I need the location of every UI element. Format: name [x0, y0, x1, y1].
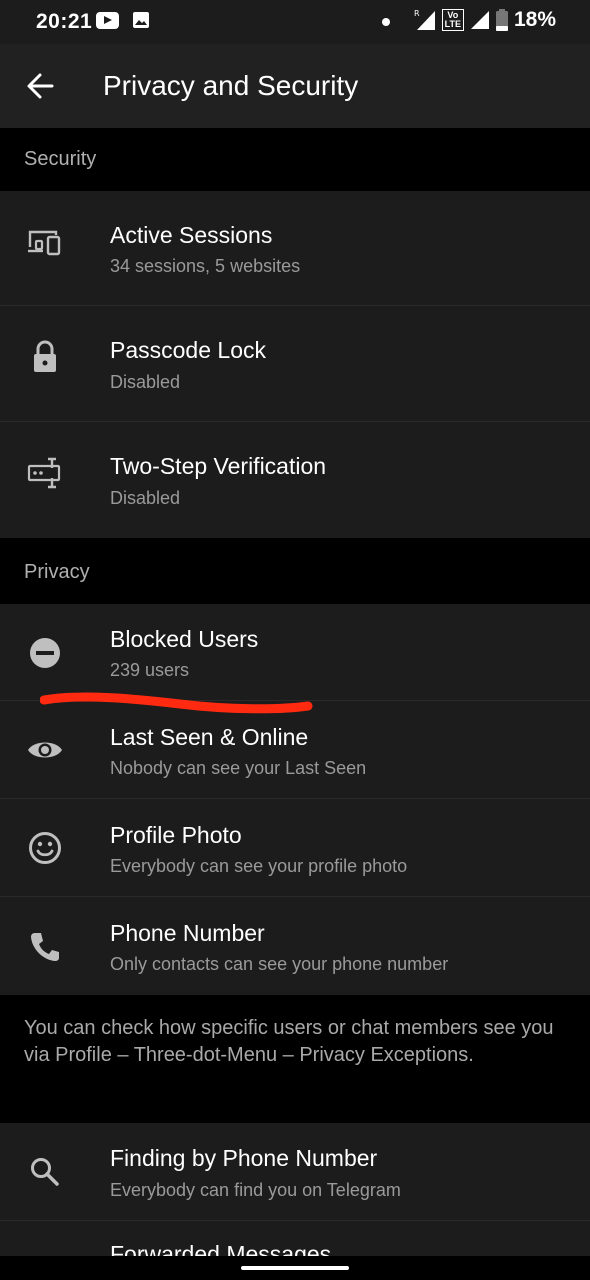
status-time: 20:21 — [36, 10, 93, 33]
active-sessions-label: Active Sessions — [110, 222, 273, 248]
svg-text:R: R — [414, 9, 420, 18]
phone-number-label: Phone Number — [110, 920, 265, 946]
page-title: Privacy and Security — [103, 70, 359, 101]
blocked-users-sub: 239 users — [110, 660, 190, 680]
finding-by-phone-label: Finding by Phone Number — [110, 1145, 378, 1171]
notification-dot-icon — [382, 18, 390, 26]
finding-by-phone-sub: Everybody can find you on Telegram — [110, 1180, 401, 1200]
forwarded-messages-label: Forwarded Messages — [110, 1241, 332, 1256]
lock-icon — [34, 340, 56, 372]
battery-percent: 18% — [513, 8, 556, 31]
status-bar: 20:21 R Vo LTE 18% — [0, 0, 590, 44]
info-text: You can check how specific users or chat… — [24, 1017, 554, 1066]
battery-icon — [495, 9, 508, 31]
eye-icon — [28, 742, 62, 758]
active-sessions-sub: 34 sessions, 5 websites — [110, 256, 301, 276]
passcode-lock-item[interactable]: Passcode Lock Disabled — [0, 306, 590, 422]
blocked-users-label: Blocked Users — [110, 626, 259, 652]
app-bar: Privacy and Security — [0, 44, 590, 128]
last-seen-label: Last Seen & Online — [110, 724, 309, 750]
phone-icon — [31, 933, 59, 961]
passcode-lock-label: Passcode Lock — [110, 337, 266, 363]
section-header-privacy: Privacy — [0, 538, 590, 604]
volte-badge: Vo LTE — [441, 9, 464, 31]
finding-by-phone-item[interactable]: Finding by Phone Number Everybody can fi… — [0, 1123, 590, 1221]
signal-roaming-icon: R — [414, 9, 435, 30]
two-step-sub: Disabled — [110, 488, 181, 508]
signal-icon — [470, 11, 489, 29]
phone-number-item[interactable]: Phone Number Only contacts can see your … — [0, 897, 590, 995]
profile-photo-sub: Everybody can see your profile photo — [110, 856, 408, 876]
devices-icon — [28, 230, 61, 256]
forwarded-messages-item[interactable]: Forwarded Messages — [0, 1221, 590, 1256]
blocked-users-item[interactable]: Blocked Users 239 users — [0, 604, 590, 701]
minus-circle-icon — [30, 638, 60, 668]
search-icon — [31, 1158, 59, 1186]
smiley-icon — [29, 832, 61, 864]
navigation-bar — [0, 1256, 590, 1280]
youtube-notification-icon — [96, 12, 119, 29]
active-sessions-item[interactable]: Active Sessions 34 sessions, 5 websites — [0, 191, 590, 306]
red-underline-annotation — [40, 692, 313, 714]
privacy-exceptions-info: You can check how specific users or chat… — [0, 995, 590, 1123]
section-header-security: Security — [0, 128, 590, 191]
profile-photo-item[interactable]: Profile Photo Everybody can see your pro… — [0, 799, 590, 897]
two-step-label: Two-Step Verification — [110, 453, 327, 479]
back-arrow-icon[interactable] — [22, 68, 62, 104]
gesture-handle[interactable] — [241, 1266, 349, 1270]
image-notification-icon — [133, 12, 149, 28]
passcode-lock-sub: Disabled — [110, 372, 181, 392]
two-step-icon — [27, 457, 61, 489]
last-seen-sub: Nobody can see your Last Seen — [110, 758, 367, 778]
two-step-verification-item[interactable]: Two-Step Verification Disabled — [0, 422, 590, 538]
phone-number-sub: Only contacts can see your phone number — [110, 954, 449, 974]
profile-photo-label: Profile Photo — [110, 822, 242, 848]
